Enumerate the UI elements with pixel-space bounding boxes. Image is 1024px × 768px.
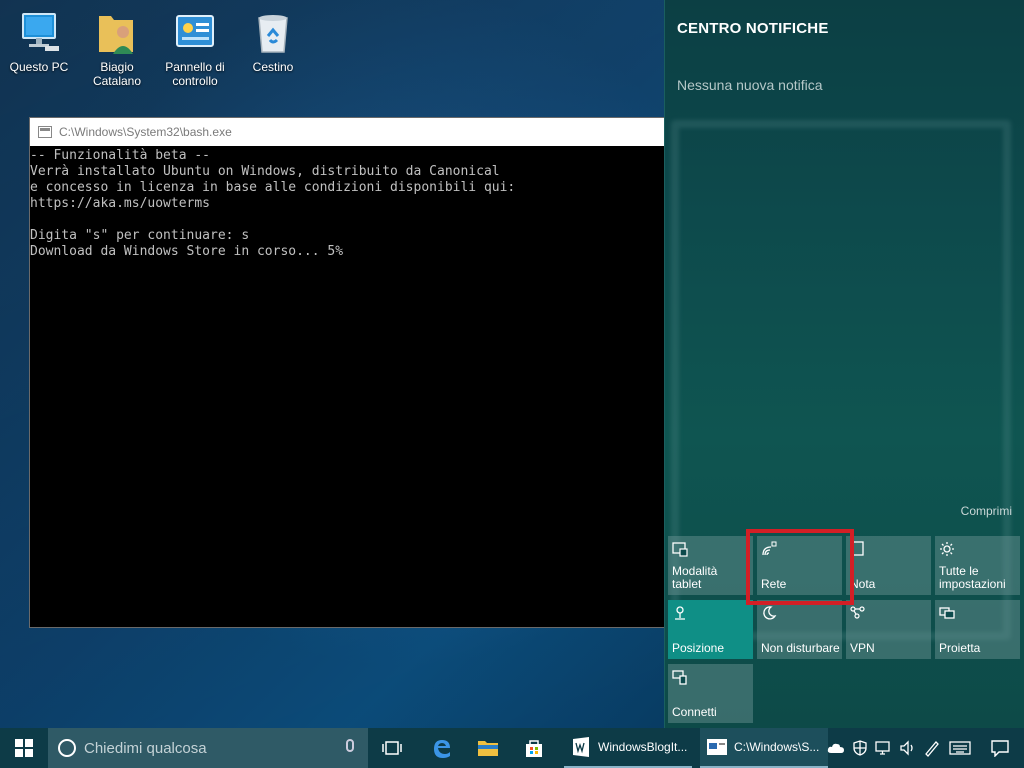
console-line: Download da Windows Store in corso... 5% (30, 244, 344, 259)
collapse-button[interactable]: Comprimi (961, 504, 1012, 518)
tile-label: VPN (850, 641, 875, 655)
console-line: Digita "s" per continuare: s (30, 228, 250, 243)
tile-label: Connetti (672, 705, 717, 719)
tile-label: Proietta (939, 641, 981, 655)
console-app-icon (707, 739, 727, 755)
tile-label-line1: Tutte le (939, 564, 979, 578)
desktop-icon-recycle-bin[interactable]: Cestino (234, 10, 312, 74)
volume-icon[interactable] (896, 728, 920, 768)
vpn-icon (850, 605, 866, 621)
note-icon (850, 541, 866, 557)
folder-icon (478, 741, 498, 756)
touch-keyboard-icon[interactable] (944, 728, 976, 768)
task-view-button[interactable] (372, 728, 412, 768)
console-line: Verrà installato Ubuntu on Windows, dist… (30, 164, 500, 179)
moon-icon (761, 605, 777, 621)
tile-vpn[interactable]: VPN (846, 600, 931, 659)
desktop-icon-label: Questo PC (9, 60, 69, 74)
notification-icon (991, 740, 1009, 757)
windows-logo-icon (15, 739, 33, 757)
tablet-mode-icon (672, 541, 688, 557)
desktop-icon-control-panel[interactable]: Pannello di controllo (156, 10, 234, 88)
tile-label: Tutte le impostazioni (939, 565, 1006, 591)
control-panel-icon (171, 10, 219, 56)
task-view-icon (382, 741, 402, 755)
console-icon (38, 126, 52, 138)
console-window[interactable]: C:\Windows\System32\bash.exe -- Funziona… (29, 117, 665, 628)
tile-label-line1: Modalità (672, 564, 718, 578)
microphone-icon[interactable] (346, 739, 354, 752)
tile-label-line2: impostazioni (939, 577, 1006, 591)
network-tray-icon[interactable] (872, 728, 896, 768)
tile-label: Rete (761, 577, 787, 591)
console-title: C:\Windows\System32\bash.exe (59, 125, 232, 139)
location-icon (672, 605, 688, 621)
security-shield-icon[interactable] (848, 728, 872, 768)
taskbar-app-console[interactable]: C:\Windows\S... (700, 728, 828, 768)
tile-note[interactable]: Nota (846, 536, 931, 595)
console-output[interactable]: -- Funzionalità beta -- Verrà installato … (30, 146, 664, 260)
desktop-icon-label-line2: Catalano (92, 74, 142, 88)
word-document-icon (573, 737, 589, 757)
taskbar-app-label: WindowsBlogIt... (598, 740, 688, 754)
edge-button[interactable] (422, 728, 462, 768)
tile-location[interactable]: Posizione (668, 600, 753, 659)
taskbar-app-label: C:\Windows\S... (734, 740, 820, 754)
desktop-icon-label: Cestino (252, 60, 294, 74)
taskbar: WindowsBlogIt... C:\Windows\S... (0, 728, 1024, 768)
pen-icon[interactable] (920, 728, 944, 768)
tile-tablet-mode[interactable]: Modalità tablet (668, 536, 753, 595)
user-folder-icon (93, 10, 141, 56)
console-line: -- Funzionalità beta -- (30, 148, 211, 163)
onedrive-icon[interactable] (824, 728, 848, 768)
tile-project[interactable]: Proietta (935, 600, 1020, 659)
console-titlebar[interactable]: C:\Windows\System32\bash.exe (30, 118, 664, 146)
desktop-icon-user-folder[interactable]: Biagio Catalano (78, 10, 156, 88)
tile-label: Modalità tablet (672, 565, 717, 591)
file-explorer-button[interactable] (468, 728, 508, 768)
desktop-icon-label: Biagio (100, 60, 134, 74)
taskbar-app-word[interactable]: WindowsBlogIt... (564, 728, 692, 768)
recycle-bin-icon (249, 10, 297, 56)
store-button[interactable] (514, 728, 554, 768)
connect-icon (672, 669, 688, 685)
tile-quiet-hours[interactable]: Non disturbare (757, 600, 842, 659)
settings-gear-icon (939, 541, 955, 557)
desktop-icon-label: Pannello di (165, 60, 225, 74)
cortana-icon (58, 739, 76, 757)
start-button[interactable] (0, 728, 48, 768)
no-notifications-message: Nessuna nuova notifica (677, 77, 823, 93)
desktop-icon-label-line2: controllo (172, 74, 218, 88)
action-center-button[interactable] (976, 728, 1024, 768)
console-line: https://aka.ms/uowterms (30, 196, 211, 211)
tile-connect[interactable]: Connetti (668, 664, 753, 723)
desktop-icon-this-pc[interactable]: Questo PC (0, 10, 78, 74)
project-icon (939, 605, 955, 621)
store-icon (526, 740, 542, 757)
tile-label-line2: tablet (672, 577, 702, 591)
tile-all-settings[interactable]: Tutte le impostazioni (935, 536, 1020, 595)
search-input[interactable] (84, 736, 334, 760)
network-icon (761, 541, 777, 557)
system-tray (824, 728, 1024, 768)
tile-label: Non disturbare (761, 641, 840, 655)
computer-icon (15, 10, 63, 56)
cortana-search-box[interactable] (48, 728, 368, 768)
tile-network[interactable]: Rete (757, 536, 842, 595)
console-line: e concesso in licenza in base alle condi… (30, 180, 516, 195)
tile-label: Posizione (672, 641, 725, 655)
edge-icon (434, 740, 450, 758)
tile-label: Nota (850, 577, 876, 591)
action-center-title: CENTRO NOTIFICHE (677, 20, 829, 37)
